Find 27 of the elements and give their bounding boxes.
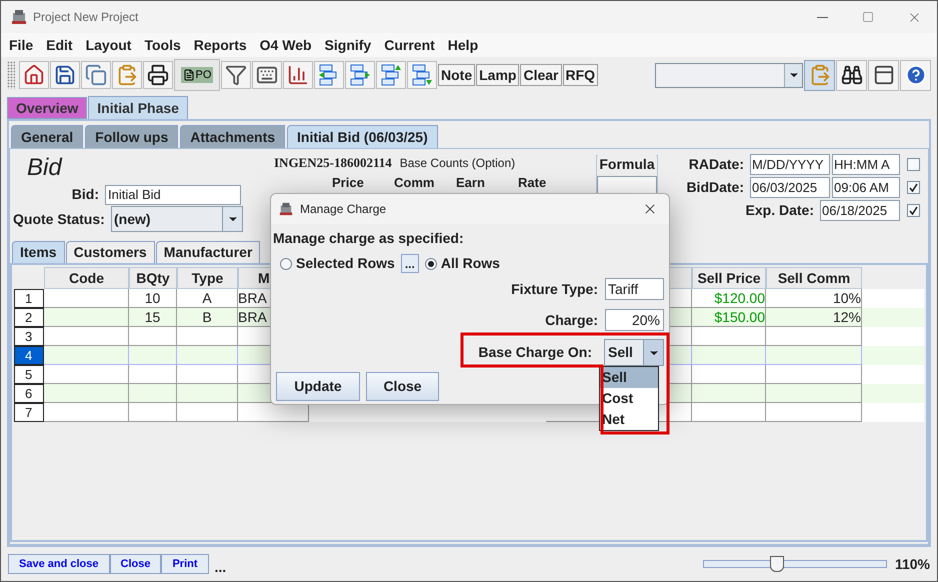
bid-heading: Bid — [27, 153, 64, 183]
field-label: Base Charge On: — [478, 343, 592, 362]
zoom-reading: 110% — [894, 554, 930, 574]
column-label: Price — [332, 174, 365, 192]
row-number: 5 — [14, 365, 44, 384]
row-number: 3 — [14, 327, 44, 346]
field-label: BidDate: — [686, 178, 744, 197]
row-number: 6 — [14, 384, 44, 403]
column-label: Earn — [456, 174, 486, 192]
row-number: 2 — [14, 308, 44, 327]
field-label: RADate: — [688, 155, 744, 174]
window-title: Project New Project — [33, 9, 138, 26]
field-label: Exp. Date: — [746, 201, 814, 220]
more-indicator: ... — [214, 558, 226, 576]
field-label: Charge: — [545, 310, 598, 330]
row-number: 4 — [14, 346, 44, 365]
column-label: Comm — [394, 174, 436, 192]
row-number: 1 — [14, 289, 44, 308]
row-number: 7 — [14, 403, 44, 422]
bid-number: INGEN25-186002114 — [274, 154, 392, 172]
field-label: Bid: — [70, 185, 100, 204]
field-label: Fixture Type: — [511, 280, 598, 299]
column-label: Rate — [518, 174, 548, 192]
dialog-heading: Manage charge as specified: — [273, 229, 465, 248]
field-label: Quote Status: — [13, 210, 106, 229]
dialog-title: Manage Charge — [300, 201, 386, 218]
base-counts-caption: Base Counts (Option) — [400, 155, 516, 172]
